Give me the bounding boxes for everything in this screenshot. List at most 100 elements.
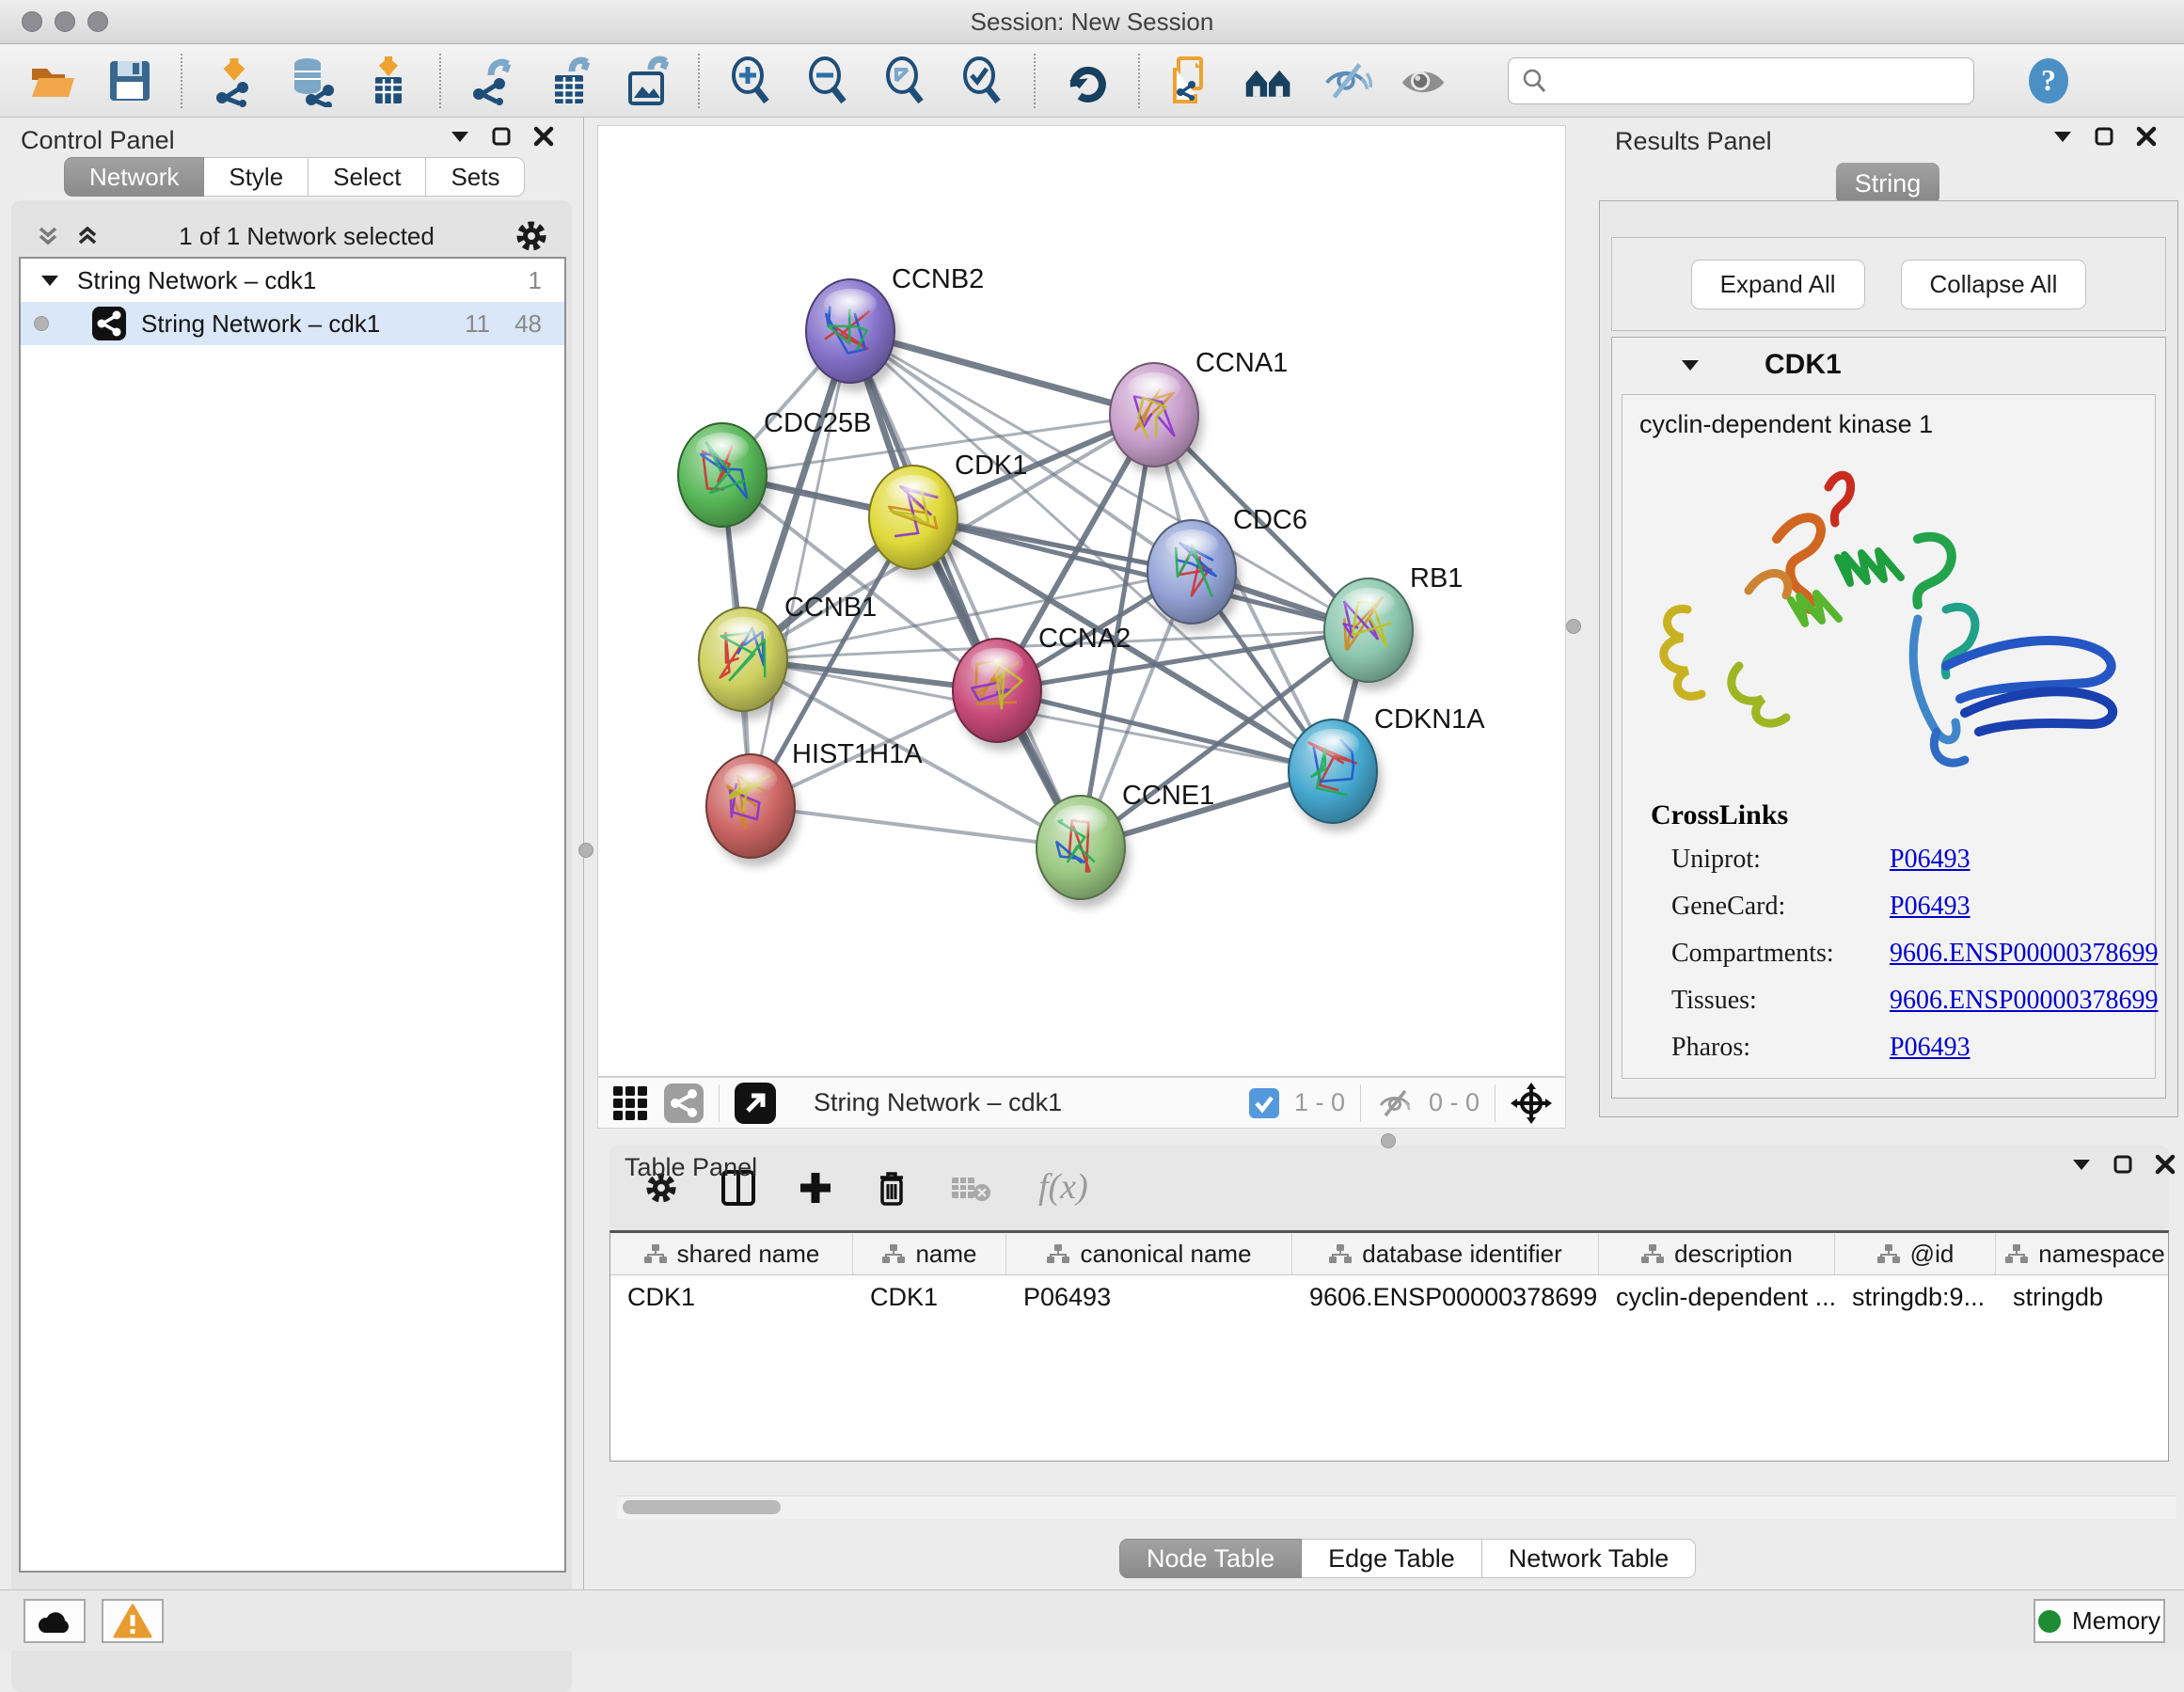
- collapse-all-button[interactable]: Collapse All: [1901, 260, 2087, 309]
- network-canvas[interactable]: CCNB2CCNA1CDC25BCDK1CDC6RB1CCNB1CCNA2CDK…: [597, 125, 1566, 1077]
- collapse-all-networks-icon[interactable]: [75, 224, 100, 248]
- crosslink-label: Tissues:: [1651, 986, 1890, 1016]
- hidden-eye-icon[interactable]: [1376, 1086, 1414, 1120]
- expand-all-button[interactable]: Expand All: [1691, 260, 1865, 309]
- tab-sets[interactable]: Sets: [426, 157, 525, 197]
- node-table[interactable]: shared namenamecanonical namedatabase id…: [609, 1230, 2169, 1462]
- fit-crosshair-icon[interactable]: [1511, 1083, 1552, 1124]
- table-cell[interactable]: 9606.ENSP00000378699: [1292, 1283, 1599, 1312]
- tab-edge-table[interactable]: Edge Table: [1302, 1539, 1482, 1578]
- zoom-in-icon[interactable]: [725, 55, 778, 107]
- table-panel-title: Table Panel: [625, 1153, 757, 1182]
- close-icon[interactable]: [2135, 125, 2158, 148]
- column-header-namespace[interactable]: namespace: [1996, 1233, 2169, 1274]
- search-box[interactable]: [1508, 57, 1974, 104]
- close-icon[interactable]: [532, 125, 555, 148]
- vertical-splitter-handle[interactable]: [1566, 619, 1581, 634]
- crosslink-value-link[interactable]: 9606.ENSP00000378699: [1890, 986, 2158, 1016]
- open-in-window-icon[interactable]: [735, 1083, 776, 1124]
- warnings-button[interactable]: [102, 1599, 164, 1643]
- tab-network-table[interactable]: Network Table: [1482, 1539, 1697, 1578]
- tree-expand-icon[interactable]: [40, 273, 60, 288]
- column-header-shared-name[interactable]: shared name: [610, 1233, 853, 1274]
- table-cell[interactable]: CDK1: [853, 1283, 1006, 1312]
- cloud-button[interactable]: [24, 1599, 86, 1643]
- column-header-canonical-name[interactable]: canonical name: [1006, 1233, 1292, 1274]
- column-header-@id[interactable]: @id: [1835, 1233, 1996, 1274]
- import-database-icon[interactable]: >: [285, 55, 338, 107]
- network-collection-row[interactable]: String Network – cdk1 1: [21, 259, 564, 302]
- float-icon[interactable]: [2094, 126, 2114, 147]
- window-close-button[interactable]: [22, 11, 42, 32]
- export-table-icon[interactable]: [544, 55, 596, 107]
- import-network-icon[interactable]: [208, 55, 261, 107]
- save-session-icon[interactable]: [103, 55, 156, 107]
- tab-select[interactable]: Select: [309, 157, 426, 197]
- collection-network-count: 1: [529, 266, 542, 295]
- string-network-graph[interactable]: CCNB2CCNA1CDC25BCDK1CDC6RB1CCNB1CCNA2CDK…: [598, 126, 1565, 1076]
- protein-name: CDK1: [1765, 349, 1842, 381]
- delete-column-icon[interactable]: [875, 1168, 909, 1208]
- import-table-icon[interactable]: [362, 55, 415, 107]
- horizontal-splitter-handle[interactable]: [1381, 1133, 1396, 1148]
- zoom-selected-icon[interactable]: [957, 55, 1009, 107]
- network-view-panel: CCNB2CCNA1CDC25BCDK1CDC6RB1CCNB1CCNA2CDK…: [597, 118, 1566, 1129]
- selected-checkbox-icon[interactable]: [1249, 1088, 1279, 1118]
- memory-status-icon: [2038, 1610, 2061, 1633]
- tab-string[interactable]: String: [1836, 163, 1939, 204]
- column-header-database-identifier[interactable]: database identifier: [1292, 1233, 1599, 1274]
- table-horizontal-scrollbar[interactable]: [617, 1495, 2176, 1519]
- table-row[interactable]: CDK1CDK1P064939606.ENSP00000378699cyclin…: [610, 1275, 2168, 1319]
- window-minimize-button[interactable]: [55, 11, 75, 32]
- tab-node-table[interactable]: Node Table: [1119, 1539, 1302, 1578]
- duplicate-network-icon[interactable]: [1165, 55, 1218, 107]
- tab-style[interactable]: Style: [204, 157, 309, 197]
- open-session-icon[interactable]: [26, 55, 79, 107]
- network-manager-header: 1 of 1 Network selected: [11, 217, 572, 255]
- table-cell[interactable]: cyclin-dependent ...: [1599, 1283, 1835, 1312]
- scrollbar-thumb[interactable]: [623, 1500, 781, 1514]
- create-column-icon[interactable]: [798, 1170, 833, 1206]
- help-button[interactable]: ?: [2027, 56, 2070, 105]
- search-input[interactable]: [1558, 65, 1962, 96]
- expand-all-networks-icon[interactable]: [36, 224, 60, 248]
- collapse-icon[interactable]: [2071, 1157, 2092, 1172]
- float-icon[interactable]: [2113, 1154, 2133, 1175]
- hide-selected-icon[interactable]: [1320, 55, 1372, 107]
- vertical-splitter-handle[interactable]: [578, 843, 593, 858]
- close-icon[interactable]: [2154, 1153, 2176, 1176]
- network-options-gear-icon[interactable]: [514, 218, 549, 254]
- memory-button[interactable]: Memory: [2034, 1599, 2165, 1643]
- column-header-name[interactable]: name: [853, 1233, 1006, 1274]
- network-share-icon[interactable]: [664, 1083, 704, 1123]
- birdseye-grid-icon[interactable]: [611, 1084, 649, 1122]
- section-collapse-icon[interactable]: [1680, 357, 1701, 372]
- crosslink-value-link[interactable]: P06493: [1890, 1033, 1970, 1063]
- collapse-icon[interactable]: [450, 129, 470, 144]
- string-results-container: Expand All Collapse All CDK1 cyclin-depe…: [1599, 200, 2178, 1117]
- crosslink-value-link[interactable]: 9606.ENSP00000378699: [1890, 939, 2158, 969]
- float-icon[interactable]: [491, 126, 512, 147]
- table-cell[interactable]: CDK1: [610, 1283, 853, 1312]
- export-image-icon[interactable]: [621, 55, 673, 107]
- crosslink-value-link[interactable]: P06493: [1890, 892, 1970, 922]
- first-neighbors-icon[interactable]: [1242, 55, 1295, 107]
- control-panel-tabs: NetworkStyleSelectSets: [64, 157, 525, 197]
- protein-section-header[interactable]: CDK1: [1612, 338, 2165, 392]
- column-header-description[interactable]: description: [1599, 1233, 1835, 1274]
- tab-network[interactable]: Network: [64, 157, 204, 197]
- cloud-icon: [34, 1606, 75, 1637]
- table-panel-window-buttons: [2071, 1153, 2176, 1176]
- crosslink-value-link[interactable]: P06493: [1890, 845, 1970, 875]
- refresh-icon[interactable]: [1061, 55, 1114, 107]
- window-zoom-button[interactable]: [87, 11, 108, 32]
- collapse-icon[interactable]: [2052, 129, 2073, 144]
- table-cell[interactable]: stringdb:9...: [1835, 1283, 1996, 1312]
- table-cell[interactable]: P06493: [1006, 1283, 1292, 1312]
- zoom-fit-icon[interactable]: [879, 55, 932, 107]
- zoom-out-icon[interactable]: [802, 55, 855, 107]
- show-all-icon[interactable]: [1397, 55, 1449, 107]
- table-cell[interactable]: stringdb: [1996, 1283, 2169, 1312]
- network-row-selected[interactable]: String Network – cdk1 11 48: [21, 302, 564, 345]
- export-network-icon[interactable]: [467, 55, 519, 107]
